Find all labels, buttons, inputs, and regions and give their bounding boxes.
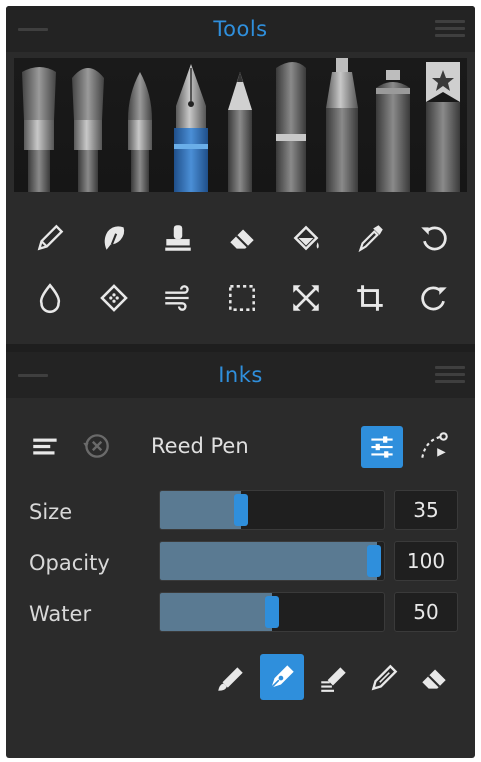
tool-icons-row-2 <box>20 278 468 328</box>
stamp-icon[interactable] <box>158 218 198 258</box>
brush-spray-can[interactable] <box>376 70 410 192</box>
crop-icon[interactable] <box>350 278 390 318</box>
water-drop-icon[interactable] <box>30 278 70 318</box>
eraser-icon[interactable] <box>222 218 262 258</box>
fill-bucket-icon[interactable] <box>286 218 326 258</box>
water-slider-fill <box>160 593 272 631</box>
ink-wet-mode-icon[interactable] <box>314 658 354 698</box>
tool-window: Tools Inks Reed Pen Size 35 Opacity 100 … <box>6 6 475 758</box>
eyedropper-icon[interactable] <box>350 218 390 258</box>
opacity-label: Opacity <box>29 551 110 575</box>
water-label: Water <box>29 602 92 626</box>
brush-pencil[interactable] <box>228 72 252 192</box>
preset-name[interactable]: Reed Pen <box>151 434 249 458</box>
transform-icon[interactable] <box>286 278 326 318</box>
size-slider[interactable] <box>159 490 385 530</box>
settings-sliders-button[interactable] <box>361 426 403 468</box>
ink-outline-mode-icon[interactable] <box>364 658 404 698</box>
ink-brush-mode-icon[interactable] <box>211 658 251 698</box>
water-slider[interactable] <box>159 592 385 632</box>
opacity-slider-fill <box>160 542 377 580</box>
preset-list-icon[interactable] <box>26 426 66 466</box>
brush-favorites[interactable] <box>426 62 460 192</box>
texture-icon[interactable] <box>94 278 134 318</box>
tools-panel-header: Tools <box>6 6 475 52</box>
brush-marker[interactable] <box>276 62 306 192</box>
tools-panel-title: Tools <box>213 17 268 41</box>
undo-icon[interactable] <box>414 218 454 258</box>
pencil-icon[interactable] <box>30 218 70 258</box>
inks-menu-icon[interactable] <box>435 366 465 384</box>
opacity-slider-thumb[interactable] <box>367 545 381 577</box>
tools-menu-icon[interactable] <box>435 20 465 38</box>
brush-strip-art <box>22 58 460 192</box>
ink-pen-mode-button[interactable] <box>260 654 304 700</box>
tool-icons-row-1 <box>20 218 468 268</box>
size-slider-thumb[interactable] <box>234 494 248 526</box>
smudge-icon[interactable] <box>94 218 134 258</box>
inks-collapse-icon[interactable] <box>18 374 48 377</box>
tools-collapse-icon[interactable] <box>18 28 48 31</box>
brush-detail[interactable] <box>128 72 152 192</box>
blend-icon[interactable] <box>158 278 198 318</box>
redo-icon[interactable] <box>414 278 454 318</box>
size-slider-fill <box>160 491 241 529</box>
settings-sliders-icon <box>371 436 393 458</box>
brush-flat[interactable] <box>22 67 56 192</box>
brush-strip <box>14 58 467 192</box>
water-value[interactable]: 50 <box>394 592 458 632</box>
brush-round[interactable] <box>72 68 104 192</box>
opacity-value[interactable]: 100 <box>394 541 458 581</box>
size-value[interactable]: 35 <box>394 490 458 530</box>
stroke-curve-icon[interactable] <box>414 426 454 466</box>
inks-panel-title: Inks <box>218 363 263 387</box>
brush-felt-pen[interactable] <box>326 58 358 192</box>
brush-ink-pen[interactable] <box>174 64 208 192</box>
reset-preset-icon[interactable] <box>76 426 116 466</box>
ink-pen-mode-icon <box>270 665 294 689</box>
size-label: Size <box>29 500 73 524</box>
opacity-slider[interactable] <box>159 541 385 581</box>
water-slider-thumb[interactable] <box>265 596 279 628</box>
selection-icon[interactable] <box>222 278 262 318</box>
ink-eraser-mode-icon[interactable] <box>414 658 454 698</box>
panel-divider <box>6 344 475 352</box>
inks-panel-header: Inks <box>6 352 475 398</box>
